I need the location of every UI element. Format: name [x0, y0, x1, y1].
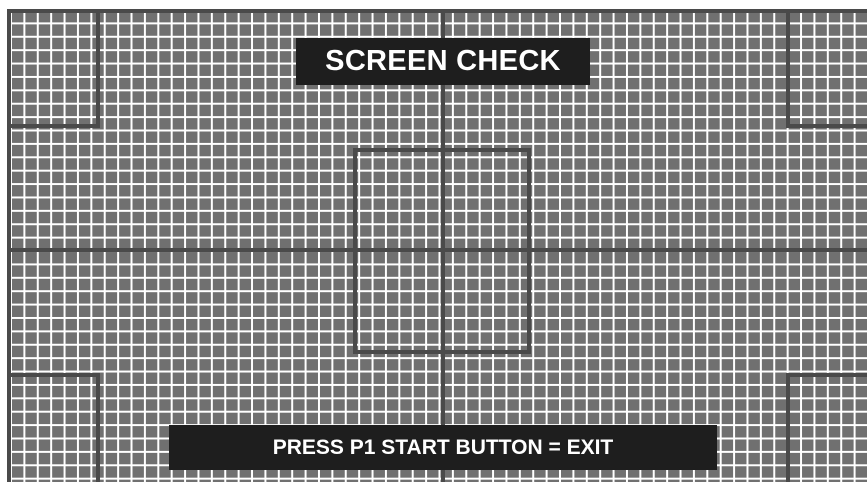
screen-check-display: SCREEN CHECK PRESS P1 START BUTTON = EXI…: [0, 0, 867, 482]
exit-instruction: PRESS P1 START BUTTON = EXIT: [169, 425, 717, 470]
corner-box-bottom-left: [7, 373, 100, 482]
screen-title: SCREEN CHECK: [296, 38, 590, 85]
outer-frame-top: [7, 9, 867, 13]
corner-box-bottom-right: [786, 373, 867, 482]
corner-box-top-left: [7, 9, 100, 128]
corner-box-top-right: [786, 9, 867, 128]
center-rectangle: [353, 148, 531, 354]
